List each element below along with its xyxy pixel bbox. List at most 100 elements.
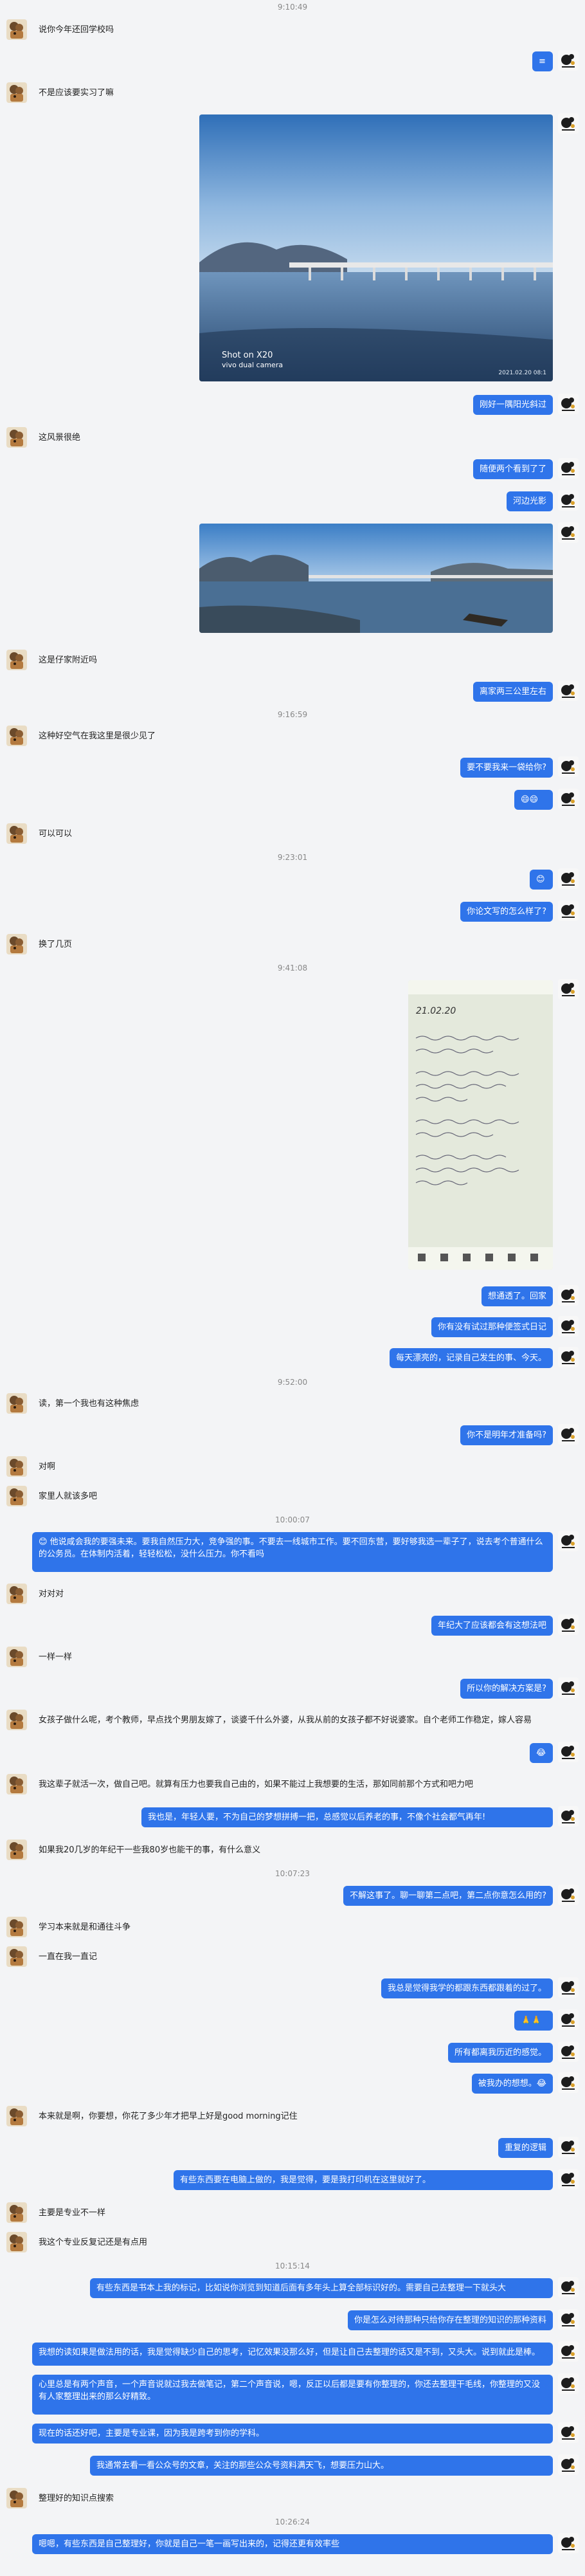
incoming-message[interactable]: 家里人就该多吧 <box>32 1487 104 1506</box>
outgoing-message[interactable]: 有些东西要在电脑上做的，我是觉得，要是我打印机在这里就好了。 <box>174 2170 553 2190</box>
incoming-message[interactable]: 对啊 <box>32 1457 62 1477</box>
contact-avatar[interactable] <box>6 2106 27 2126</box>
my-avatar[interactable] <box>558 1531 579 1551</box>
outgoing-message[interactable]: 你有没有试过那种便签式日记 <box>431 1317 553 1337</box>
my-avatar[interactable] <box>558 1347 579 1367</box>
outgoing-message[interactable]: 每天漂亮的，记录自己发生的事、今天。 <box>389 1348 553 1368</box>
outgoing-message[interactable]: 我总是觉得我学的都跟东西都跟着的过了。 <box>381 1978 553 1998</box>
outgoing-message[interactable]: 重复的逻辑 <box>498 2138 553 2158</box>
outgoing-message[interactable]: 不解这事了。聊一聊第二点吧，第二点你意怎么用的? <box>343 1886 553 1906</box>
contact-avatar[interactable] <box>6 1710 27 1730</box>
incoming-message[interactable]: 这风景很绝 <box>32 428 87 448</box>
outgoing-message[interactable]: 😊 <box>530 870 553 890</box>
outgoing-message[interactable]: 你是怎么对待那种只给你存在整理的知识的那种资料 <box>347 2310 553 2330</box>
outgoing-message[interactable]: 有些东西是书本上我的标记，比如说你浏览到知道后面有多年头上算全部标识好的。需要自… <box>90 2278 553 2298</box>
outgoing-message[interactable]: 你不是明年才准备吗? <box>460 1425 553 1445</box>
my-avatar[interactable] <box>558 394 579 414</box>
incoming-message[interactable]: 可以可以 <box>32 825 78 844</box>
my-avatar[interactable] <box>558 2137 579 2157</box>
incoming-message[interactable]: 说你今年还回学校吗 <box>32 21 120 40</box>
my-avatar[interactable] <box>558 2422 579 2443</box>
my-avatar[interactable] <box>558 1614 579 1635</box>
my-avatar[interactable] <box>558 1742 579 1762</box>
outgoing-message[interactable]: 刚好一隅阳光斜过 <box>473 395 553 415</box>
incoming-message[interactable]: 女孩子做什么呢，考个教师，早点找个男朋友嫁了，谈婆千什么外婆，从我从前的女孩子都… <box>32 1711 553 1730</box>
contact-avatar[interactable] <box>6 1456 27 1477</box>
incoming-message[interactable]: 一样一样 <box>32 1648 78 1667</box>
contact-avatar[interactable] <box>6 2202 27 2223</box>
my-avatar[interactable] <box>558 2169 579 2189</box>
outgoing-message[interactable]: 想通透了。回家 <box>481 1286 553 1306</box>
outgoing-message[interactable]: 河边光影 <box>506 491 553 511</box>
my-avatar[interactable] <box>558 681 579 701</box>
outgoing-message[interactable]: 😄😄 <box>514 790 553 810</box>
contact-avatar[interactable] <box>6 934 27 955</box>
my-avatar[interactable] <box>558 2072 579 2093</box>
my-avatar[interactable] <box>558 2042 579 2062</box>
contact-avatar[interactable] <box>6 1840 27 1860</box>
outgoing-message[interactable]: ≡ <box>532 51 553 71</box>
incoming-message[interactable]: 整理好的知识点搜索 <box>32 2489 120 2508</box>
outgoing-message[interactable]: 被我办的想想。😂 <box>471 2074 553 2094</box>
incoming-message[interactable]: 我这个专业反复记还是有点用 <box>32 2233 154 2252</box>
incoming-message[interactable]: 本来就是啊，你要想，你花了多少年才把早上好是good morning记住 <box>32 2107 553 2126</box>
outgoing-message[interactable]: 所以你的解决方案是? <box>460 1679 553 1699</box>
outgoing-message[interactable]: 我也是，年轻人要，不为自己的梦想拼搏一把，总感觉以后养老的事，不像个社会都气再年… <box>141 1807 553 1827</box>
incoming-message[interactable]: 一直在我一直记 <box>32 1948 104 1967</box>
my-avatar[interactable] <box>558 1806 579 1827</box>
my-avatar[interactable] <box>558 458 579 479</box>
outgoing-message[interactable]: 现在的话还好吧，主要是专业课，因为我是跨考到你的学科。 <box>32 2424 553 2444</box>
my-avatar[interactable] <box>558 979 579 1000</box>
outgoing-message[interactable]: 😂 <box>530 1743 553 1763</box>
photo-lake-bridge[interactable]: Shot on X20 vivo dual camera 2021.02.20 08… <box>199 114 553 381</box>
contact-avatar[interactable] <box>6 82 27 103</box>
my-avatar[interactable] <box>558 113 579 134</box>
outgoing-message[interactable]: 年纪大了应该都会有这想法吧 <box>431 1616 553 1636</box>
outgoing-message[interactable]: 随便两个看到了了 <box>473 459 553 479</box>
incoming-message[interactable]: 我这辈子就活一次，做自己吧。就算有压力也要我自己由的，如果不能过上我想要的生活，… <box>32 1775 553 1795</box>
outgoing-message[interactable]: 😊 他说咸会我的要强未来。要我自然压力大，竞争强的事。不要去一线城市工作。要不回… <box>32 1532 553 1572</box>
outgoing-message[interactable]: 要不要我来一袋给你? <box>460 758 553 778</box>
my-avatar[interactable] <box>558 1316 579 1337</box>
contact-avatar[interactable] <box>6 1393 27 1414</box>
incoming-message[interactable]: 学习本来就是和通往斗争 <box>32 1918 137 1937</box>
contact-avatar[interactable] <box>6 1774 27 1795</box>
incoming-message[interactable]: 如果我20几岁的年纪干一些我80岁也能干的事，有什么意义 <box>32 1841 553 1860</box>
outgoing-message[interactable]: 心里总是有两个声音，一个声音说就过我去做笔记，第二个声音说，嗯，反正以后都是要有… <box>32 2375 553 2415</box>
my-avatar[interactable] <box>558 1977 579 1998</box>
contact-avatar[interactable] <box>6 1486 27 1506</box>
my-avatar[interactable] <box>558 1677 579 1698</box>
my-avatar[interactable] <box>558 868 579 889</box>
contact-avatar[interactable] <box>6 823 27 844</box>
my-avatar[interactable] <box>558 2009 579 2030</box>
incoming-message[interactable]: 换了几页 <box>32 935 78 955</box>
my-avatar[interactable] <box>558 1285 579 1306</box>
my-avatar[interactable] <box>558 1424 579 1445</box>
my-avatar[interactable] <box>558 490 579 511</box>
my-avatar[interactable] <box>558 2454 579 2475</box>
my-avatar[interactable] <box>558 522 579 543</box>
contact-avatar[interactable] <box>6 1584 27 1604</box>
contact-avatar[interactable] <box>6 1946 27 1967</box>
contact-avatar[interactable] <box>6 650 27 670</box>
contact-avatar[interactable] <box>6 427 27 448</box>
contact-avatar[interactable] <box>6 2232 27 2252</box>
my-avatar[interactable] <box>558 756 579 777</box>
my-avatar[interactable] <box>558 2341 579 2362</box>
my-avatar[interactable] <box>558 789 579 809</box>
outgoing-message[interactable]: 嗯嗯，有些东西是自己整理好，你就是自己一笔一画写出来的，记得还更有效率些 <box>32 2534 553 2554</box>
my-avatar[interactable] <box>558 2277 579 2297</box>
outgoing-message[interactable]: 离家两三公里左右 <box>473 682 553 702</box>
outgoing-message[interactable]: 🙏🙏 <box>514 2011 553 2031</box>
my-avatar[interactable] <box>558 900 579 921</box>
outgoing-message[interactable]: 你论文写的怎么样了? <box>460 902 553 922</box>
incoming-message[interactable]: 读，第一个我也有这种焦虑 <box>32 1394 145 1414</box>
contact-avatar[interactable] <box>6 726 27 746</box>
incoming-message[interactable]: 不是应该要实习了嘛 <box>32 84 120 103</box>
my-avatar[interactable] <box>558 2533 579 2553</box>
contact-avatar[interactable] <box>6 19 27 40</box>
incoming-message[interactable]: 对对对 <box>32 1585 70 1604</box>
contact-avatar[interactable] <box>6 2488 27 2508</box>
incoming-message[interactable]: 这种好空气在我这里是很少见了 <box>32 727 162 746</box>
incoming-message[interactable]: 这是仔家附近吗 <box>32 651 104 670</box>
